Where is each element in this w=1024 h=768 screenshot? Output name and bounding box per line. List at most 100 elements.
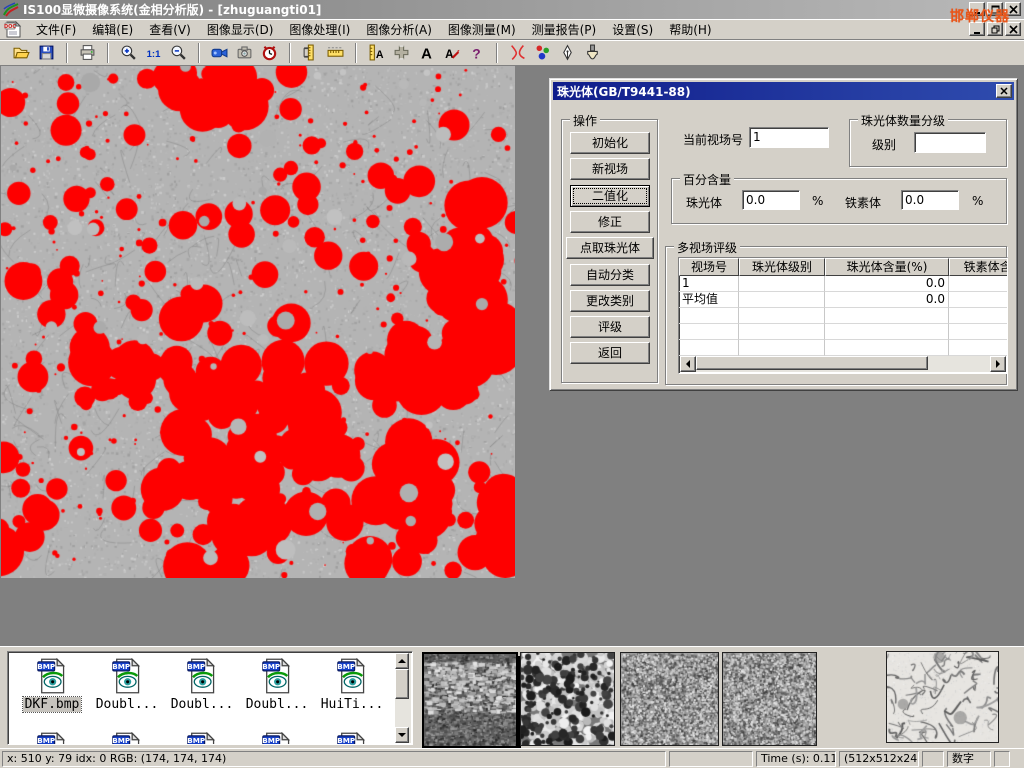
dialog-close-button[interactable] [996, 84, 1012, 98]
svg-text:BMP: BMP [37, 662, 55, 671]
print-icon[interactable] [75, 42, 100, 64]
file-item-row2-3[interactable]: BMP [241, 732, 313, 745]
annotate-icon[interactable]: A [439, 42, 464, 64]
menu-item-5[interactable]: 图像分析(A) [358, 19, 440, 40]
zoom-out-icon[interactable] [166, 42, 191, 64]
menu-item-8[interactable]: 设置(S) [604, 19, 661, 40]
table-cell [825, 340, 949, 356]
dialog-title-bar[interactable]: 珠光体(GB/T9441-88) [553, 82, 1014, 100]
menu-item-1[interactable]: 编辑(E) [84, 19, 141, 40]
pen-tool-icon[interactable] [555, 42, 580, 64]
scroll-up-button[interactable] [395, 653, 409, 669]
file-name: Doubl... [94, 697, 161, 712]
current-field-input[interactable]: 1 [749, 127, 829, 148]
open-icon[interactable] [9, 42, 34, 64]
op-button-4[interactable]: 点取珠光体 [566, 237, 654, 259]
file-browser[interactable]: BMPDKF.bmpBMPDoubl...BMPDoubl...BMPDoubl… [7, 651, 413, 745]
op-button-6[interactable]: 更改类别 [570, 290, 650, 312]
table-row-1[interactable]: 平均值0.0 [679, 292, 1007, 308]
level-input[interactable] [914, 132, 986, 153]
measure-text-icon[interactable]: A [364, 42, 389, 64]
op-button-8[interactable]: 返回 [570, 342, 650, 364]
grid-cross-icon[interactable] [389, 42, 414, 64]
op-button-2[interactable]: 二值化 [570, 185, 650, 207]
file-item-3[interactable]: BMPDoubl... [241, 658, 313, 712]
svg-text:?: ? [472, 45, 480, 61]
table-cell [949, 276, 1008, 292]
thumb-4[interactable] [722, 652, 817, 746]
table-header-2[interactable]: 珠光体含量(%) [825, 258, 949, 276]
menu-item-9[interactable]: 帮助(H) [661, 19, 719, 40]
file-item-row2-4[interactable]: BMP [316, 732, 388, 745]
application-window: IS100显微摄像系统(金相分析版) - [zhuguangti01] 邯郸仪器… [0, 0, 1024, 768]
table-row-4[interactable] [679, 340, 1007, 356]
scroll-down-button[interactable] [395, 727, 409, 743]
file-item-4[interactable]: BMPHuiTi... [316, 658, 388, 712]
points-tool-icon[interactable] [530, 42, 555, 64]
multifield-table[interactable]: 视场号珠光体级别珠光体含量(%)铁素体含量(%) 10.0平均值0.0 [678, 257, 1008, 374]
mdi-client-area: 珠光体(GB/T9441-88) 操作 初始化新视场二值化修正点取珠光体自动分类… [0, 66, 1024, 646]
hscroll-thumb[interactable] [696, 356, 928, 370]
thumb-5[interactable] [886, 651, 999, 743]
op-button-7[interactable]: 评级 [570, 316, 650, 338]
menu-item-4[interactable]: 图像处理(I) [281, 19, 358, 40]
curve-tool-icon[interactable] [505, 42, 530, 64]
menu-item-3[interactable]: 图像显示(D) [199, 19, 282, 40]
ruler-icon[interactable] [323, 42, 348, 64]
vscroll-thumb[interactable] [395, 669, 409, 699]
camera-icon[interactable] [232, 42, 257, 64]
table-row-0[interactable]: 10.0 [679, 276, 1007, 292]
table-row-3[interactable] [679, 324, 1007, 340]
menu-item-0[interactable]: 文件(F) [28, 19, 84, 40]
title-bar: IS100显微摄像系统(金相分析版) - [zhuguangti01] [0, 0, 1024, 19]
scroll-left-button[interactable] [680, 356, 696, 372]
file-item-2[interactable]: BMPDoubl... [166, 658, 238, 712]
pearlite-dialog: 珠光体(GB/T9441-88) 操作 初始化新视场二值化修正点取珠光体自动分类… [549, 78, 1018, 391]
file-item-row2-1[interactable]: BMP [91, 732, 163, 745]
file-item-1[interactable]: BMPDoubl... [91, 658, 163, 712]
table-row-2[interactable] [679, 308, 1007, 324]
pearlite-input[interactable]: 0.0 [742, 190, 800, 210]
scroll-right-button[interactable] [990, 356, 1006, 372]
table-header-0[interactable]: 视场号 [679, 258, 739, 276]
op-button-1[interactable]: 新视场 [570, 158, 650, 180]
file-item-0[interactable]: BMPDKF.bmp [16, 658, 88, 712]
text-icon[interactable]: A [414, 42, 439, 64]
document-system-menu-icon[interactable]: DOC [4, 21, 22, 38]
op-button-0[interactable]: 初始化 [570, 132, 650, 154]
help-icon[interactable]: ? [464, 42, 489, 64]
thumb-1[interactable] [422, 652, 518, 748]
file-item-row2-2[interactable]: BMP [166, 732, 238, 745]
table-header-1[interactable]: 珠光体级别 [739, 258, 825, 276]
thumb-3[interactable] [620, 652, 719, 746]
ferrite-input[interactable]: 0.0 [901, 190, 959, 210]
table-header-3[interactable]: 铁素体含量(%) [949, 258, 1008, 276]
actual-size-icon[interactable]: 1:1 [141, 42, 166, 64]
menu-item-6[interactable]: 图像测量(M) [440, 19, 524, 40]
timer-icon[interactable] [257, 42, 282, 64]
file-vscrollbar[interactable] [395, 653, 411, 743]
table-cell [739, 308, 825, 324]
table-hscrollbar[interactable] [680, 356, 1006, 372]
menu-item-7[interactable]: 测量报告(P) [524, 19, 605, 40]
op-button-5[interactable]: 自动分类 [570, 264, 650, 286]
percent-group: 百分含量 珠光体 0.0 % 铁素体 0.0 % [671, 178, 1007, 224]
caliper-icon[interactable] [298, 42, 323, 64]
file-item-row2-0[interactable]: BMP [16, 732, 88, 745]
micrograph-image[interactable] [1, 66, 515, 578]
svg-text:BMP: BMP [112, 736, 130, 745]
table-cell [739, 292, 825, 308]
zoom-in-icon[interactable] [116, 42, 141, 64]
menu-item-2[interactable]: 查看(V) [141, 19, 199, 40]
svg-text:BMP: BMP [337, 662, 355, 671]
toolbar-group-2: 1:1 [111, 42, 196, 64]
save-icon[interactable] [34, 42, 59, 64]
status-panel-0: x: 510 y: 79 idx: 0 RGB: (174, 174, 174) [2, 751, 666, 767]
video-camera-icon[interactable] [207, 42, 232, 64]
brush-tool-icon[interactable] [580, 42, 605, 64]
op-button-3[interactable]: 修正 [570, 211, 650, 233]
svg-text:BMP: BMP [37, 736, 55, 745]
table-cell [949, 324, 1008, 340]
table-cell [679, 340, 739, 356]
thumb-2[interactable] [520, 652, 615, 746]
